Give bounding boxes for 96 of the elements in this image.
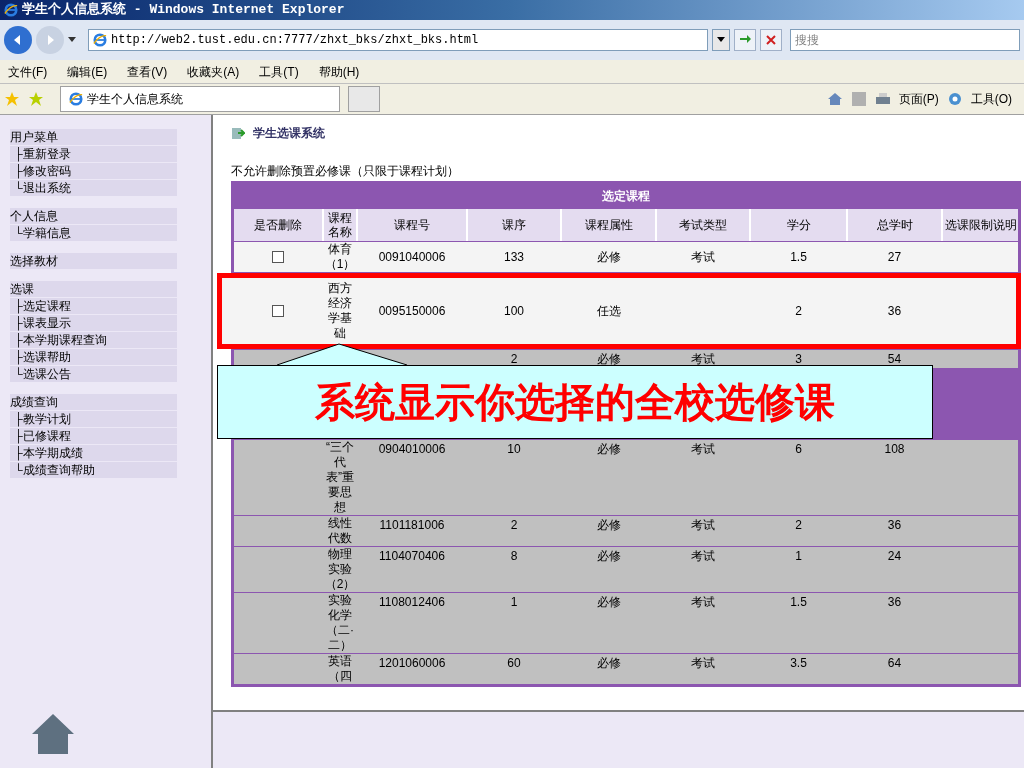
- table-cell-text: 60: [507, 655, 521, 672]
- tools-menu-button[interactable]: 工具(O): [970, 90, 1012, 108]
- column-header: 学分: [751, 209, 846, 241]
- table-cell-text: 2: [510, 351, 518, 368]
- page-menu-button[interactable]: 页面(P): [898, 90, 939, 108]
- window-title: 学生个人信息系统 - Windows Internet Explorer: [22, 1, 345, 20]
- sidebar-item[interactable]: └学籍信息: [10, 225, 177, 241]
- column-header: 课程名称: [324, 209, 356, 241]
- table-cell-text: 必修: [596, 548, 621, 565]
- sidebar-item[interactable]: ├本学期课程查询: [10, 332, 177, 348]
- table-cell-text: 英语（四: [327, 654, 353, 684]
- sidebar-item[interactable]: ├修改密码: [10, 163, 177, 179]
- sidebar-group-title[interactable]: 选课: [10, 281, 177, 297]
- table-cell-text: 36: [887, 594, 902, 611]
- table-cell-text: 1.5: [790, 594, 807, 611]
- table-cell-text: 3: [795, 351, 802, 368]
- menu-item[interactable]: 文件(F): [8, 62, 48, 81]
- table-cell-text: 必修: [596, 249, 621, 266]
- menu-item[interactable]: 帮助(H): [318, 62, 360, 81]
- table-cell-text: 24: [887, 548, 902, 565]
- table-cell-text: 27: [887, 249, 902, 266]
- sidebar-item[interactable]: ├选课帮助: [10, 349, 177, 365]
- table-cell-text: 必修: [596, 351, 621, 368]
- sidebar-item[interactable]: ├教学计划: [10, 411, 177, 427]
- notice-text: 不允许删除预置必修课（只限于课程计划）: [231, 163, 460, 179]
- table-cell-text: “三个代表”重要思想: [325, 440, 355, 515]
- column-header: 课程号: [358, 209, 466, 241]
- menu-item[interactable]: 收藏夹(A): [187, 62, 240, 81]
- table-cell: 体育（1）: [324, 242, 356, 272]
- table-cell-text: 10: [507, 441, 521, 458]
- sidebar-item[interactable]: ├本学期成绩: [10, 445, 177, 461]
- table-cell-text: 0091040006: [378, 249, 446, 266]
- table-cell-text: 1: [795, 548, 802, 565]
- table-cell-text: 6: [795, 441, 802, 458]
- table-cell-text: 必修: [596, 594, 621, 611]
- sidebar-group-title[interactable]: 选择教材: [10, 253, 177, 269]
- table-cell-text: 133: [504, 249, 524, 266]
- sidebar-item[interactable]: └退出系统: [10, 180, 177, 196]
- browser-tab[interactable]: 学生个人信息系统: [60, 86, 340, 112]
- address-field[interactable]: http://web2.tust.edu.cn:7777/zhxt_bks/zhxt_bks.html: [88, 29, 708, 51]
- menu-item[interactable]: 编辑(E): [67, 62, 108, 81]
- table-cell-text: 线性代数: [327, 516, 353, 546]
- sidebar-group-title[interactable]: 个人信息: [10, 208, 177, 224]
- table-cell-text: 0095150006: [378, 303, 446, 320]
- table-cell-text: 实验化学（二·二）: [325, 593, 355, 653]
- table-cell-text: 3.5: [790, 655, 807, 672]
- sidebar-item[interactable]: ├重新登录: [10, 146, 177, 162]
- sidebar-item[interactable]: └成绩查询帮助: [10, 462, 177, 478]
- table-cell-text: 2: [795, 303, 802, 320]
- table-cell-text: 54: [887, 351, 902, 368]
- table-cell-text: 36: [887, 303, 902, 320]
- table-cell-text: 2: [795, 517, 802, 534]
- table-cell-text: 8: [510, 548, 518, 565]
- table-cell-text: 任选: [596, 303, 621, 320]
- sidebar-item[interactable]: ├课表显示: [10, 315, 177, 331]
- table-cell: 物理实验（2）: [324, 547, 356, 592]
- table-cell-text: 1104070406: [379, 548, 445, 565]
- sidebar-item[interactable]: └选课公告: [10, 366, 177, 382]
- table-cell-text: 必修: [596, 655, 621, 672]
- column-header: 总学时: [848, 209, 941, 241]
- table-caption: 选定课程: [601, 188, 651, 205]
- table-cell-text: 必修: [596, 441, 621, 458]
- table-cell-text: 考试: [691, 655, 715, 672]
- column-header: 课程属性: [562, 209, 655, 241]
- page-title: 学生选课系统: [253, 125, 325, 142]
- table-cell-text: 100: [504, 303, 524, 320]
- table-cell-text: 108: [884, 441, 905, 458]
- column-header: 选课限制说明: [943, 209, 1018, 241]
- table-cell-text: 考试: [691, 351, 715, 368]
- table-cell-text: 必修: [596, 517, 621, 534]
- table-cell-text: 考试: [691, 594, 715, 611]
- table-cell-text: 1201060006: [378, 655, 446, 672]
- table-cell-text: 0904010006: [378, 441, 446, 458]
- table-cell-text: 1.5: [790, 249, 807, 266]
- table-cell-text: 考试: [691, 548, 715, 565]
- table-cell-text: 1: [510, 594, 518, 611]
- menu-item[interactable]: 工具(T): [259, 62, 299, 81]
- callout-text: 系统显示你选择的全校选修课: [315, 377, 835, 427]
- column-header: 课序: [468, 209, 560, 241]
- table-cell-text: 1101181006: [379, 517, 445, 534]
- sidebar-group-title[interactable]: 成绩查询: [10, 394, 177, 410]
- sidebar-group-title[interactable]: 用户菜单: [10, 129, 177, 145]
- column-header: 考试类型: [657, 209, 749, 241]
- table-cell-text: 1108012406: [379, 594, 445, 611]
- table-cell-text: 36: [887, 517, 902, 534]
- sidebar-item[interactable]: ├选定课程: [10, 298, 177, 314]
- table-cell-text: 考试: [691, 517, 715, 534]
- table-cell-text: 西方经济学基础: [327, 281, 353, 341]
- table-cell-text: 64: [887, 655, 902, 672]
- menu-item[interactable]: 查看(V): [127, 62, 168, 81]
- sidebar-item[interactable]: ├已修课程: [10, 428, 177, 444]
- column-header: 是否删除: [234, 209, 322, 241]
- table-cell-text: 考试: [691, 249, 715, 266]
- table-cell-text: 2: [510, 517, 518, 534]
- search-field[interactable]: 搜搜: [790, 29, 1020, 51]
- table-cell-text: 考试: [691, 441, 715, 458]
